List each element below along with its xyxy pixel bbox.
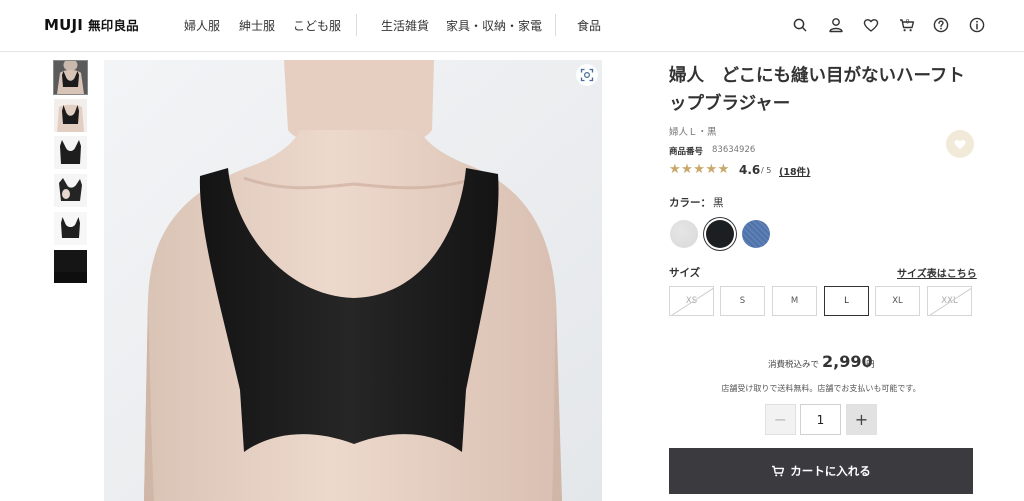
tax-included-label: 消費税込みで xyxy=(768,360,820,370)
nav-kids[interactable]: こども服 xyxy=(293,17,341,34)
nav-womens[interactable]: 婦人服 xyxy=(184,17,220,34)
logo-text: MUJI xyxy=(44,16,84,34)
add-to-cart-button[interactable]: カートに入れる xyxy=(669,448,973,494)
size-option-label: XL xyxy=(892,296,903,306)
size-option-label: S xyxy=(739,296,746,306)
color-label: カラー： xyxy=(669,197,711,209)
thumbnail-6[interactable] xyxy=(54,250,87,283)
size-label: サイズ xyxy=(669,267,701,279)
thumbnail-2[interactable] xyxy=(54,99,87,132)
heart-icon[interactable] xyxy=(862,16,880,34)
thumbnail-1[interactable] xyxy=(53,60,88,95)
product-number-label: 商品番号 xyxy=(669,147,704,157)
logo-text-jp: 無印良品 xyxy=(88,18,139,33)
nav-furniture[interactable]: 家具・収納・家電 xyxy=(446,17,542,34)
product-number: 83634926 xyxy=(712,145,756,155)
product-page: MUJI 無印良品 婦人服 紳士服 こども服 生活雑貨 家具・収納・家電 食品 0 xyxy=(0,0,1024,501)
help-icon[interactable] xyxy=(932,16,950,34)
size-chart-link[interactable]: サイズ表はこちら xyxy=(897,265,977,280)
thumbnail-4[interactable] xyxy=(54,174,87,207)
cart-count: 0 xyxy=(906,19,910,26)
size-option-s[interactable]: S xyxy=(720,286,765,316)
thumbnail-3[interactable] xyxy=(54,136,87,169)
color-value: 黒 xyxy=(713,197,724,209)
thumbnail-5[interactable] xyxy=(54,212,87,245)
zoom-icon xyxy=(580,68,594,82)
quantity-input[interactable] xyxy=(800,404,841,435)
unavailable-slash xyxy=(928,287,971,315)
cart-icon xyxy=(772,465,785,477)
quantity-decrease-button[interactable]: − xyxy=(765,404,796,435)
review-count-link[interactable]: (18件) xyxy=(779,164,810,178)
site-header: MUJI 無印良品 婦人服 紳士服 こども服 生活雑貨 家具・収納・家電 食品 0 xyxy=(0,0,1024,52)
size-option-xs[interactable]: XS xyxy=(669,286,714,316)
nav-food[interactable]: 食品 xyxy=(577,17,601,34)
color-swatch-black[interactable] xyxy=(706,220,734,248)
favorite-button[interactable] xyxy=(946,130,974,158)
size-option-label: M xyxy=(790,296,799,306)
size-option-label: L xyxy=(844,296,849,306)
rating-value: 4.6 xyxy=(739,163,761,177)
color-swatch-blue[interactable] xyxy=(742,220,770,248)
size-option-m[interactable]: M xyxy=(772,286,817,316)
add-to-cart-label: カートに入れる xyxy=(790,466,871,478)
search-icon[interactable] xyxy=(791,16,809,34)
zoom-button[interactable] xyxy=(576,64,598,86)
shipping-note: 店舗受け取りで送料無料。店舗でお支払いも可能です。 xyxy=(721,384,921,393)
nav-household[interactable]: 生活雑貨 xyxy=(381,17,429,34)
product-title: 婦人 どこにも縫い目がないハーフトップブラジャー xyxy=(669,66,965,114)
info-icon[interactable] xyxy=(968,16,986,34)
size-option-xl[interactable]: XL xyxy=(875,286,920,316)
nav-divider xyxy=(555,14,556,36)
star-icons-filled: ★★★★★ xyxy=(669,163,730,177)
size-option-l[interactable]: L xyxy=(824,286,869,316)
cart-icon[interactable]: 0 xyxy=(898,16,916,34)
color-swatch-gray[interactable] xyxy=(670,220,698,248)
unavailable-slash xyxy=(670,287,713,315)
rating-stars: ★★★★★ ★★★★★ xyxy=(669,163,735,177)
user-icon[interactable] xyxy=(827,16,845,34)
heart-icon xyxy=(954,140,966,149)
product-variant: 婦人Ｌ・黒 xyxy=(669,127,717,138)
main-product-image[interactable] xyxy=(104,60,602,501)
nav-divider xyxy=(356,14,357,36)
currency-label: 円 xyxy=(866,360,875,370)
size-option-xxl[interactable]: XXL xyxy=(927,286,972,316)
quantity-increase-button[interactable]: + xyxy=(846,404,877,435)
rating-max: / 5 xyxy=(761,166,772,175)
nav-mens[interactable]: 紳士服 xyxy=(239,17,275,34)
muji-logo[interactable]: MUJI 無印良品 xyxy=(44,15,139,34)
